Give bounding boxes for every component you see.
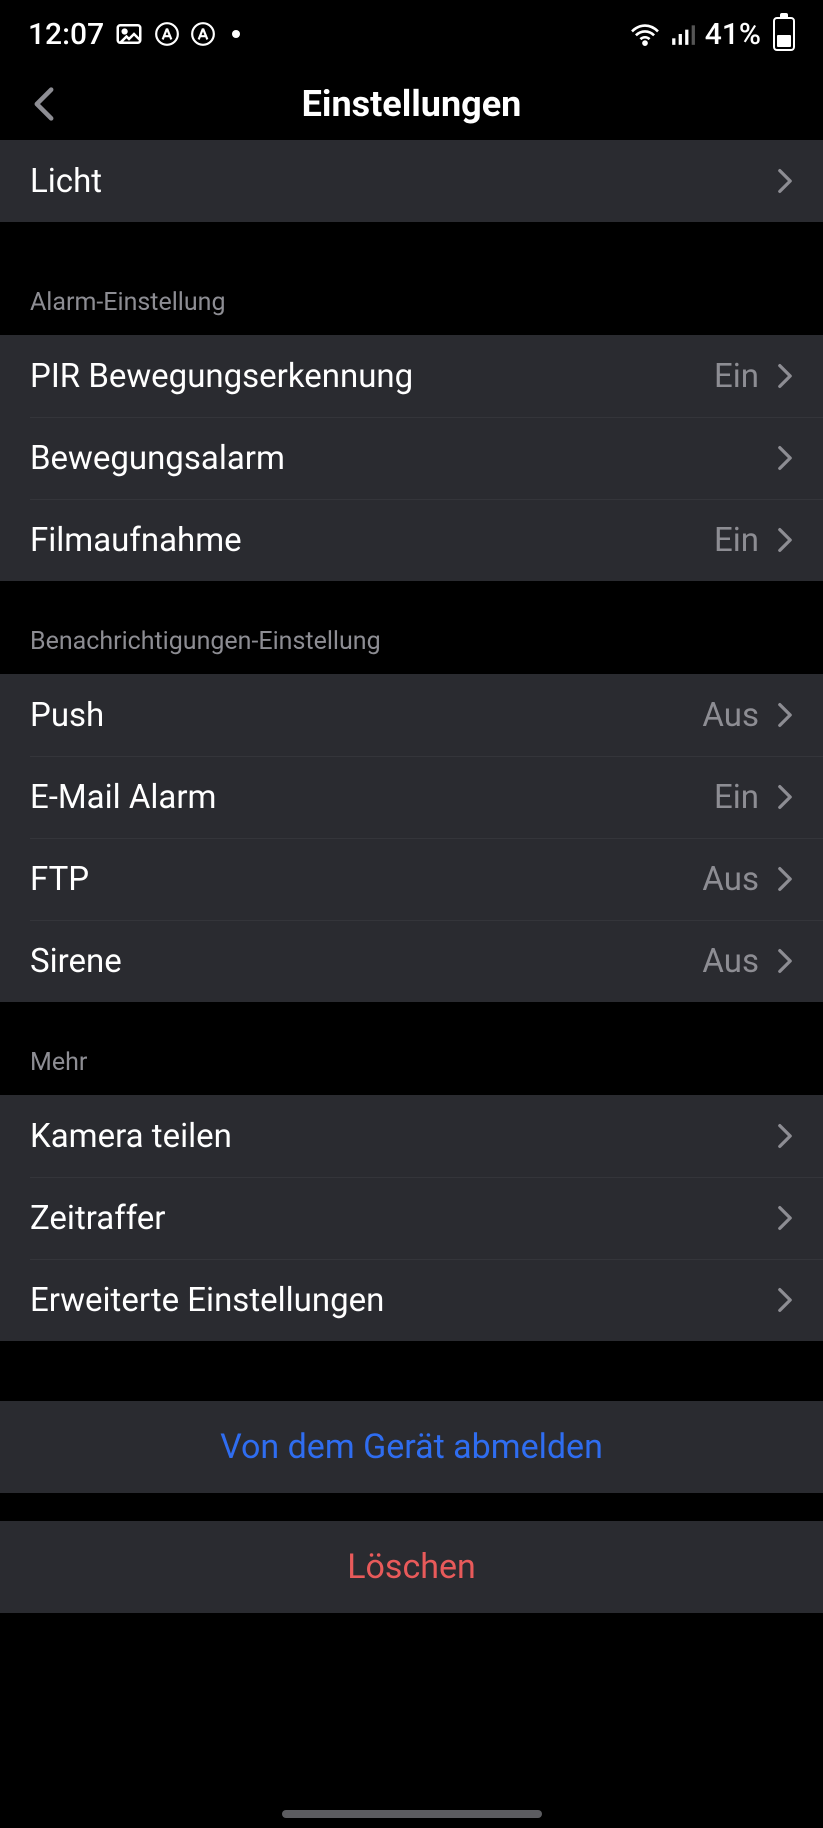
row-value: Aus	[702, 860, 759, 899]
row-siren[interactable]: Sirene Aus	[0, 920, 823, 1002]
row-value: Ein	[714, 357, 759, 396]
chevron-right-icon	[777, 168, 793, 194]
row-label: Sirene	[30, 942, 702, 981]
wifi-icon	[629, 21, 661, 47]
row-label: E-Mail Alarm	[30, 778, 714, 817]
battery-icon	[773, 17, 795, 51]
chevron-right-icon	[777, 1205, 793, 1231]
section-header-more: Mehr	[0, 1002, 823, 1095]
row-value: Ein	[714, 521, 759, 560]
signal-icon	[669, 21, 697, 47]
circle-a-icon	[154, 21, 180, 47]
row-label: Licht	[30, 162, 777, 201]
app-header: Einstellungen	[0, 68, 823, 140]
row-light[interactable]: Licht	[0, 140, 823, 222]
row-value: Ein	[714, 778, 759, 817]
back-button[interactable]	[24, 84, 64, 124]
status-battery-text: 41%	[705, 17, 761, 52]
status-dot-icon	[232, 30, 240, 38]
picture-icon	[114, 19, 144, 49]
row-label: Erweiterte Einstellungen	[30, 1281, 777, 1320]
row-label: Zeitraffer	[30, 1199, 777, 1238]
status-time: 12:07	[28, 17, 104, 52]
section-header-notifications: Benachrichtigungen-Einstellung	[0, 581, 823, 674]
chevron-right-icon	[777, 866, 793, 892]
row-label: Kamera teilen	[30, 1117, 777, 1156]
chevron-right-icon	[777, 527, 793, 553]
row-label: Filmaufnahme	[30, 521, 714, 560]
row-email-alarm[interactable]: E-Mail Alarm Ein	[0, 756, 823, 838]
row-value: Aus	[702, 942, 759, 981]
chevron-right-icon	[777, 363, 793, 389]
row-pir[interactable]: PIR Bewegungserkennung Ein	[0, 335, 823, 417]
row-advanced-settings[interactable]: Erweiterte Einstellungen	[0, 1259, 823, 1341]
row-label: Bewegungsalarm	[30, 439, 777, 478]
chevron-right-icon	[777, 702, 793, 728]
row-timelapse[interactable]: Zeitraffer	[0, 1177, 823, 1259]
delete-button[interactable]: Löschen	[0, 1521, 823, 1613]
row-motion-alarm[interactable]: Bewegungsalarm	[0, 417, 823, 499]
chevron-right-icon	[777, 1287, 793, 1313]
section-header-alarm: Alarm-Einstellung	[0, 222, 823, 335]
circle-a2-icon	[190, 21, 216, 47]
chevron-right-icon	[777, 1123, 793, 1149]
page-title: Einstellungen	[302, 83, 522, 125]
row-label: Push	[30, 696, 702, 735]
chevron-right-icon	[777, 948, 793, 974]
row-ftp[interactable]: FTP Aus	[0, 838, 823, 920]
chevron-right-icon	[777, 445, 793, 471]
row-recording[interactable]: Filmaufnahme Ein	[0, 499, 823, 581]
row-label: PIR Bewegungserkennung	[30, 357, 714, 396]
home-indicator[interactable]	[0, 1810, 823, 1818]
row-label: FTP	[30, 860, 702, 899]
chevron-right-icon	[777, 784, 793, 810]
logout-button[interactable]: Von dem Gerät abmelden	[0, 1401, 823, 1493]
status-bar: 12:07 41%	[0, 0, 823, 68]
row-push[interactable]: Push Aus	[0, 674, 823, 756]
row-share-camera[interactable]: Kamera teilen	[0, 1095, 823, 1177]
row-value: Aus	[702, 696, 759, 735]
